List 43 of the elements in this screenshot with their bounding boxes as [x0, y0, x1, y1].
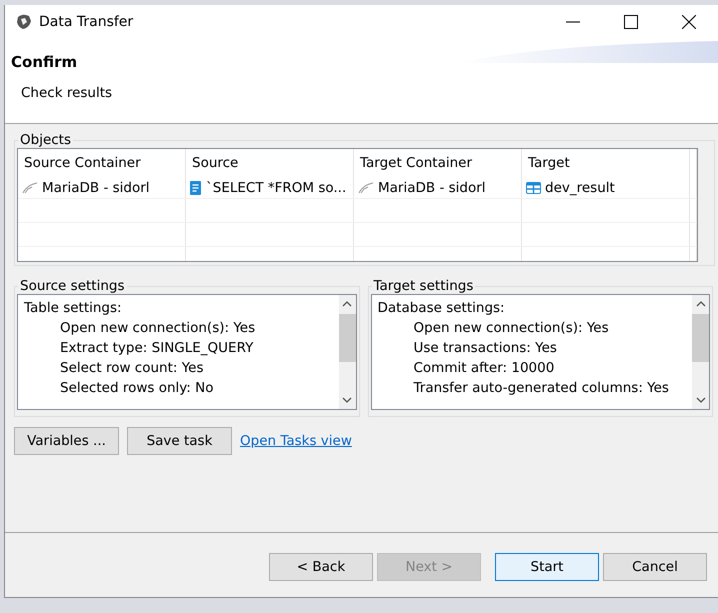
- action-button[interactable]: Save task: [127, 427, 232, 455]
- connection-icon: [22, 182, 38, 194]
- scroll-down-icon[interactable]: [342, 397, 352, 403]
- setting-line: Use transactions: Yes: [412, 339, 558, 358]
- app-icon: [15, 12, 33, 30]
- column-header[interactable]: Target: [522, 149, 690, 177]
- table-icon: [526, 182, 541, 194]
- scroll-up-icon[interactable]: [696, 301, 706, 307]
- setting-line: Open new connection(s): Yes: [412, 319, 610, 338]
- table-cell: `SELECT *FROM so...: [206, 180, 346, 196]
- connection-icon: [358, 182, 374, 194]
- document-icon: [190, 180, 202, 194]
- scrollbar[interactable]: [338, 295, 356, 409]
- wizard-button[interactable]: Start: [495, 553, 599, 581]
- group-label: Objects: [19, 132, 72, 148]
- setting-line: Transfer auto-generated columns: Yes: [412, 379, 670, 398]
- scroll-up-icon[interactable]: [342, 301, 352, 307]
- group-label: Target settings: [372, 278, 474, 294]
- setting-line: Selected rows only: No: [59, 379, 214, 398]
- table-cell: MariaDB - sidorl: [42, 180, 150, 196]
- maximize-icon[interactable]: [624, 14, 638, 28]
- scroll-down-icon[interactable]: [696, 397, 706, 403]
- table-cell: MariaDB - sidorl: [378, 180, 486, 196]
- column-header[interactable]: Target Container: [354, 149, 522, 177]
- page-title: Confirm: [11, 53, 78, 71]
- page-subtitle: Check results: [21, 85, 114, 101]
- settings-heading: Table settings:: [24, 299, 123, 318]
- wizard-button[interactable]: < Back: [269, 553, 373, 581]
- setting-line: Open new connection(s): Yes: [59, 319, 256, 338]
- close-icon[interactable]: [682, 14, 696, 28]
- table-cell: dev_result: [545, 180, 615, 196]
- tasks-link[interactable]: Open Tasks view: [240, 433, 352, 449]
- group-label: Source settings: [19, 278, 126, 294]
- setting-line: Select row count: Yes: [59, 359, 205, 378]
- scrollbar[interactable]: [692, 295, 709, 409]
- column-header[interactable]: Source: [186, 149, 354, 177]
- setting-line: Extract type: SINGLE_QUERY: [59, 339, 254, 358]
- action-button[interactable]: Variables ...: [14, 427, 119, 455]
- column-header[interactable]: Source Container: [18, 149, 186, 177]
- settings-heading: Database settings:: [378, 299, 506, 318]
- setting-line: Commit after: 10000: [412, 359, 556, 378]
- wizard-button[interactable]: Cancel: [603, 553, 707, 581]
- window-title: Data Transfer: [39, 14, 134, 30]
